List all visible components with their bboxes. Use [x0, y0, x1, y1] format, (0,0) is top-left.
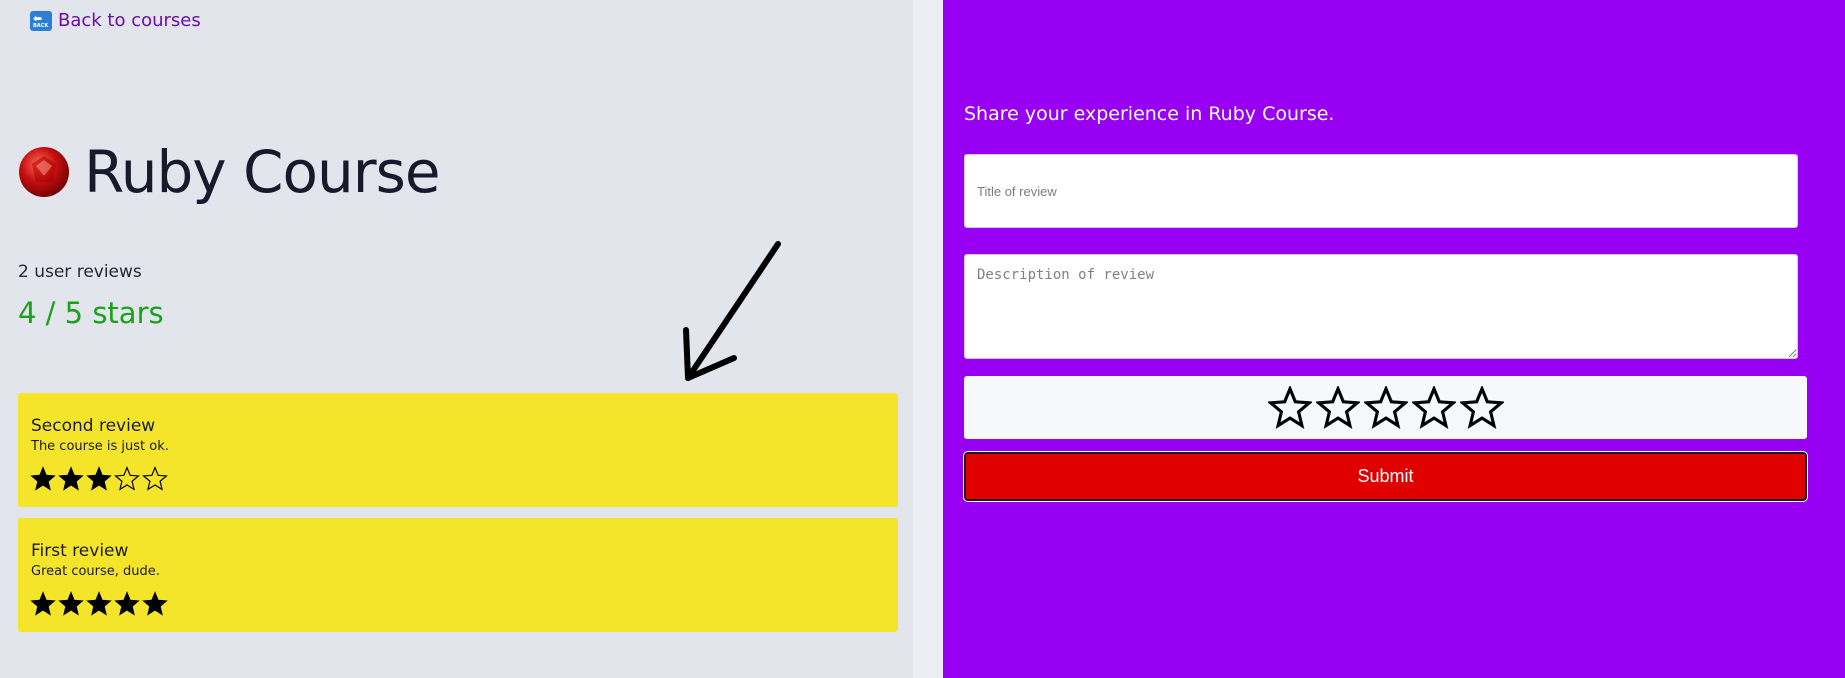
panel-divider	[913, 0, 943, 678]
back-to-courses-link[interactable]: ⬅ BACK Back to courses	[30, 10, 201, 31]
star-empty-icon	[142, 466, 168, 491]
review-title: First review	[31, 541, 129, 561]
star-filled-icon	[86, 466, 112, 491]
review-stars	[30, 466, 168, 492]
rating-selector	[964, 376, 1807, 439]
course-title: Ruby Course	[84, 138, 441, 206]
star-filled-icon	[58, 591, 84, 616]
rating-star-5-icon[interactable]	[1459, 385, 1504, 430]
rating-star-3-icon[interactable]	[1363, 385, 1408, 430]
review-form-panel: Share your experience in Ruby Course. Su…	[943, 0, 1845, 678]
annotation-arrow-icon	[683, 241, 781, 381]
star-filled-icon	[30, 591, 56, 616]
review-count: 2 user reviews	[18, 262, 142, 282]
star-filled-icon	[114, 591, 140, 616]
review-card: First review Great course, dude.	[18, 518, 898, 632]
star-filled-icon	[30, 466, 56, 491]
star-filled-icon	[58, 466, 84, 491]
star-filled-icon	[142, 591, 168, 616]
submit-button[interactable]: Submit	[964, 452, 1807, 501]
back-arrow-icon: ⬅ BACK	[30, 10, 52, 31]
star-filled-icon	[86, 591, 112, 616]
average-rating: 4 / 5 stars	[18, 296, 164, 330]
form-heading: Share your experience in Ruby Course.	[964, 103, 1335, 125]
rating-star-1-icon[interactable]	[1267, 385, 1312, 430]
rating-star-4-icon[interactable]	[1411, 385, 1456, 430]
review-title-input[interactable]	[964, 154, 1798, 228]
star-empty-icon	[114, 466, 140, 491]
review-description-input[interactable]	[964, 254, 1798, 359]
back-link-label: Back to courses	[58, 10, 201, 31]
review-title: Second review	[31, 416, 156, 436]
review-stars	[30, 591, 168, 617]
rating-star-2-icon[interactable]	[1315, 385, 1360, 430]
review-description: Great course, dude.	[31, 564, 160, 579]
review-card: Second review The course is just ok.	[18, 393, 898, 507]
review-description: The course is just ok.	[31, 439, 169, 454]
left-panel: ⬅ BACK Back to courses Ruby Course 2 use…	[0, 0, 913, 678]
course-header: Ruby Course	[18, 138, 441, 206]
ruby-gem-icon	[19, 147, 69, 197]
